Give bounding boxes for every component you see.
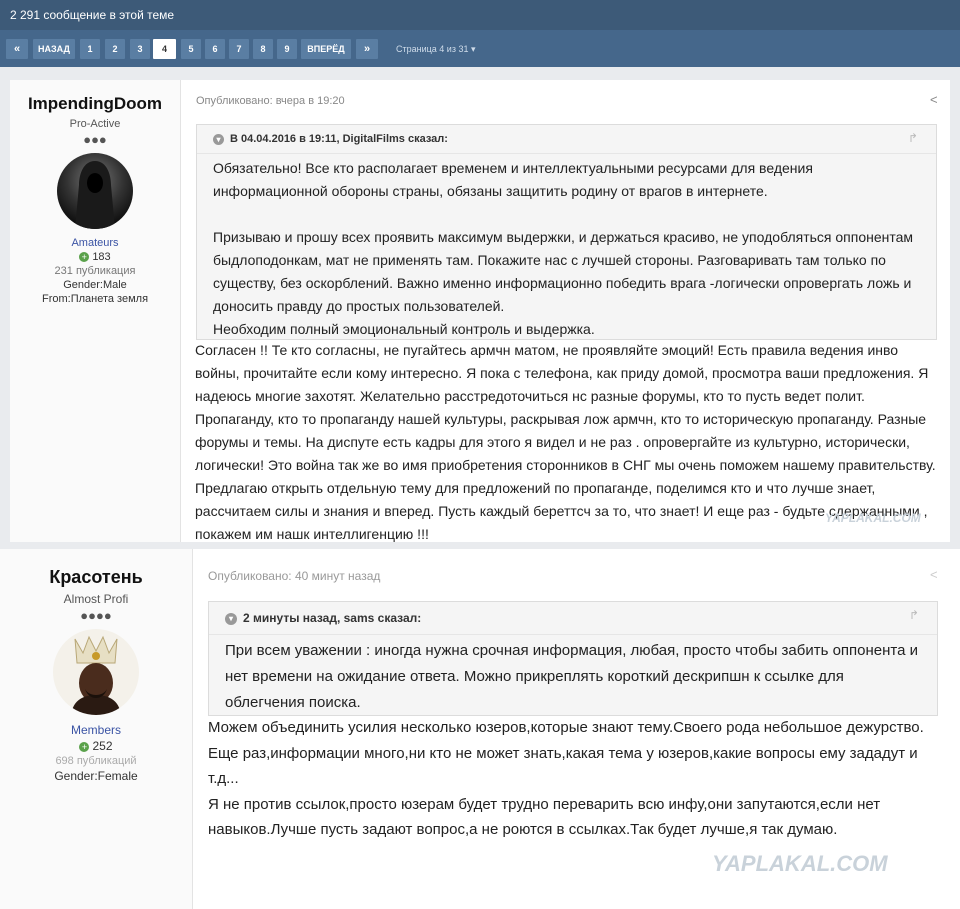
reputation-value: 252 [92, 739, 113, 753]
quote-toggle-icon[interactable]: ▾ [213, 133, 224, 145]
page-jump-dropdown[interactable]: Страница 4 из 31 ▾ [396, 39, 475, 59]
page-link[interactable]: 2 [105, 39, 125, 59]
reputation: +252 [0, 739, 192, 753]
share-icon[interactable]: < [930, 92, 938, 107]
plus-icon: + [79, 252, 90, 263]
post-count: 2 291 сообщение в этой теме [10, 8, 175, 22]
author-name[interactable]: Красотень [0, 567, 192, 588]
author-group[interactable]: Amateurs [10, 237, 180, 249]
page-link[interactable]: 3 [130, 39, 150, 59]
quote-header: ▾ 2 минуты назад, sams сказал: [209, 602, 937, 635]
page-link[interactable]: 9 [277, 39, 297, 59]
quote-block: ▾ В 04.04.2016 в 19:11, DigitalFilms сказ… [196, 124, 937, 340]
share-icon[interactable]: < [930, 567, 938, 582]
page-link[interactable]: 7 [229, 39, 249, 59]
quote-citation[interactable]: 2 минуты назад, sams сказал: [243, 611, 421, 625]
crowned-man-icon [71, 635, 121, 715]
quote-paragraph: При всем уважении : иногда нужна срочная… [225, 642, 918, 711]
first-page-button[interactable]: « [6, 39, 28, 59]
pagination: « НАЗАД 1 2 3 4 5 6 7 8 9 ВПЕРЁД » Стран… [0, 30, 960, 67]
page-link[interactable]: 1 [80, 39, 100, 59]
quote-header: ▾ В 04.04.2016 в 19:11, DigitalFilms сказ… [197, 125, 936, 154]
author-location: From:Планета земля [41, 293, 149, 305]
page-link[interactable]: 5 [181, 39, 201, 59]
author-group[interactable]: Members [0, 723, 192, 737]
author-post-count[interactable]: 231 публикация [10, 265, 180, 277]
reputation: +183 [10, 251, 180, 263]
watermark: YAPLAKAL.COM [825, 511, 921, 525]
last-page-button[interactable]: » [356, 39, 378, 59]
quote-share-icon[interactable]: ↱ [908, 131, 918, 145]
forum-post: Красотень Almost Profi ●●●● Members +252… [0, 549, 960, 909]
post-paragraph: Еще раз,информации много,ни кто не может… [208, 744, 918, 788]
post-body: Можем объединить усилия несколько юзеров… [208, 715, 948, 843]
reputation-value: 183 [92, 251, 111, 263]
author-rank: Almost Profi [63, 592, 129, 606]
avatar[interactable] [53, 629, 139, 715]
quote-paragraph: Обязательно! Все кто располагает времене… [213, 160, 813, 199]
page-link[interactable]: 8 [253, 39, 273, 59]
page-link[interactable]: 6 [205, 39, 225, 59]
author-gender: Gender:Male [63, 279, 127, 291]
quote-paragraph: Необходим полный эмоциональный контроль … [213, 321, 595, 337]
avatar[interactable] [57, 153, 133, 229]
author-post-count[interactable]: 698 публикаций [0, 755, 192, 767]
forum-post: ImpendingDoom Pro-Active ●●● Amateurs +1… [10, 80, 950, 542]
quote-paragraph: Призываю и прошу всех проявить максимум … [213, 229, 914, 314]
rank-dots: ●●● [83, 132, 107, 147]
author-panel: Красотень Almost Profi ●●●● Members +252… [0, 549, 193, 909]
post-paragraph: Я не против ссылок,просто юзерам будет т… [208, 795, 881, 839]
author-gender: Gender:Female [54, 769, 138, 783]
prev-page-button[interactable]: НАЗАД [33, 39, 75, 59]
author-panel: ImpendingDoom Pro-Active ●●● Amateurs +1… [10, 80, 181, 542]
author-name[interactable]: ImpendingDoom [10, 94, 180, 114]
page-link-current[interactable]: 4 [153, 39, 176, 59]
hooded-figure-icon [75, 161, 115, 229]
next-page-button[interactable]: ВПЕРЁД [301, 39, 351, 59]
plus-icon: + [79, 741, 90, 752]
author-rank: Pro-Active [69, 118, 121, 130]
quote-share-icon[interactable]: ↱ [909, 608, 919, 622]
rank-dots: ●●●● [80, 608, 112, 623]
watermark: YAPLAKAL.COM [712, 851, 888, 876]
quote-toggle-icon[interactable]: ▾ [225, 612, 237, 625]
topic-header: 2 291 сообщение в этой теме [0, 0, 960, 30]
quote-body: При всем уважении : иногда нужна срочная… [209, 635, 937, 716]
quote-body: Обязательно! Все кто располагает времене… [197, 154, 936, 341]
post-paragraph: Можем объединить усилия несколько юзеров… [208, 719, 924, 736]
post-date[interactable]: Опубликовано: вчера в 19:20 [196, 95, 345, 107]
quote-citation[interactable]: В 04.04.2016 в 19:11, DigitalFilms сказа… [230, 133, 448, 145]
post-date[interactable]: Опубликовано: 40 минут назад [208, 569, 380, 583]
quote-block: ▾ 2 минуты назад, sams сказал: ↱ При всем… [208, 601, 938, 716]
